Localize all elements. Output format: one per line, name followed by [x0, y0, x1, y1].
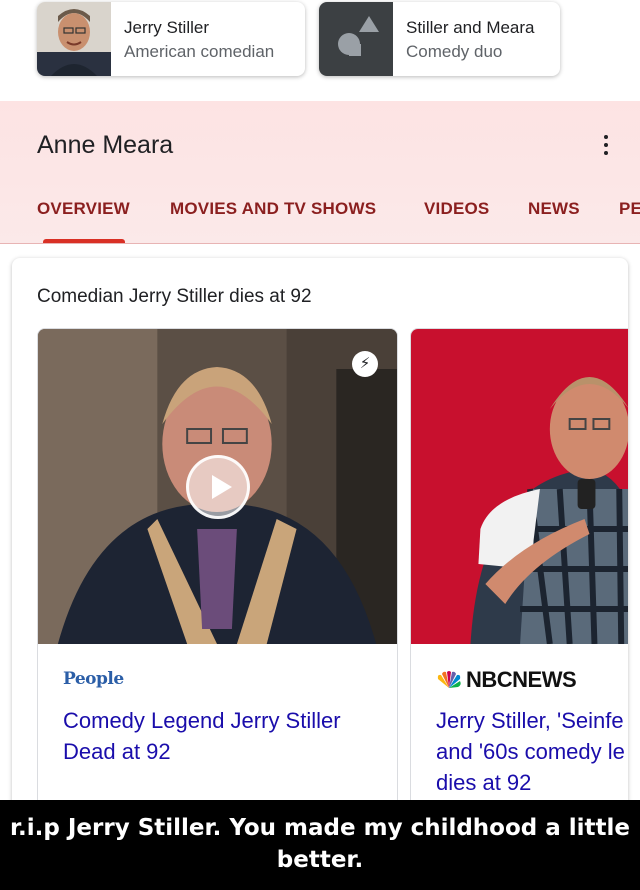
chip-subtitle: Comedy duo	[406, 42, 503, 61]
top-stories-heading: Comedian Jerry Stiller dies at 92	[37, 286, 312, 307]
headline-line: and '60s comedy le	[436, 739, 625, 764]
chip-text: Stiller and Meara Comedy duo	[406, 16, 535, 64]
headline-line: Jerry Stiller, 'Seinfe	[436, 708, 624, 733]
tab-bar: OVERVIEW MOVIES AND TV SHOWS VIDEOS NEWS…	[0, 199, 640, 225]
chip-subtitle: American comedian	[124, 42, 275, 61]
caption-text: r.i.p Jerry Stiller. You made my childho…	[0, 812, 640, 876]
related-chip-jerry-stiller[interactable]: Jerry Stiller American comedian	[37, 2, 305, 76]
entity-title: Anne Meara	[37, 131, 174, 159]
news-article-nbc[interactable]: NBCNEWS Jerry Stiller, 'Seinfe and '60s …	[410, 328, 628, 838]
caption-banner: r.i.p Jerry Stiller. You made my childho…	[0, 800, 640, 890]
source-logo-people: People	[63, 669, 124, 689]
chip-title: Jerry Stiller	[124, 18, 210, 37]
active-tab-indicator	[43, 239, 125, 243]
caption-line: r.i.p Jerry Stiller. You made my childho…	[9, 815, 631, 841]
tab-movies-and-tv-shows[interactable]: MOVIES AND TV SHOWS	[170, 199, 376, 219]
headline-line: Comedy Legend Jerry Stiller	[63, 708, 341, 733]
tab-videos[interactable]: VIDEOS	[424, 199, 489, 219]
tab-news[interactable]: NEWS	[528, 199, 580, 219]
more-vert-icon[interactable]	[596, 131, 616, 159]
article-headline[interactable]: Comedy Legend Jerry Stiller Dead at 92	[63, 705, 341, 767]
tab-overview[interactable]: OVERVIEW	[37, 199, 130, 219]
article-headline[interactable]: Jerry Stiller, 'Seinfe and '60s comedy l…	[436, 705, 625, 798]
jerry-stiller-photo	[37, 2, 111, 76]
caption-line: better.	[276, 847, 364, 873]
top-stories-card: Comedian Jerry Stiller dies at 92 ⚡ Peop…	[12, 258, 628, 838]
knowledge-panel-header: Anne Meara OVERVIEW MOVIES AND TV SHOWS …	[0, 101, 640, 244]
news-article-people[interactable]: ⚡ People Comedy Legend Jerry Stiller Dea…	[37, 328, 398, 838]
article-thumbnail	[411, 329, 628, 644]
related-entities-bar: Jerry Stiller American comedian Stiller …	[0, 0, 640, 100]
chip-text: Jerry Stiller American comedian	[124, 16, 274, 64]
source-name: NBCNEWS	[466, 667, 577, 692]
bolt-icon: ⚡	[352, 351, 378, 377]
headline-line: dies at 92	[436, 770, 532, 795]
related-chip-stiller-and-meara[interactable]: Stiller and Meara Comedy duo	[319, 2, 560, 76]
headline-line: Dead at 92	[63, 739, 171, 764]
shapes-placeholder-icon	[319, 2, 393, 76]
tab-people-partial[interactable]: PE	[619, 199, 640, 219]
nbc-peacock-icon	[437, 671, 461, 688]
chip-title: Stiller and Meara	[406, 18, 535, 37]
source-logo-nbc: NBCNEWS	[436, 667, 577, 693]
play-video-button[interactable]	[186, 455, 250, 519]
